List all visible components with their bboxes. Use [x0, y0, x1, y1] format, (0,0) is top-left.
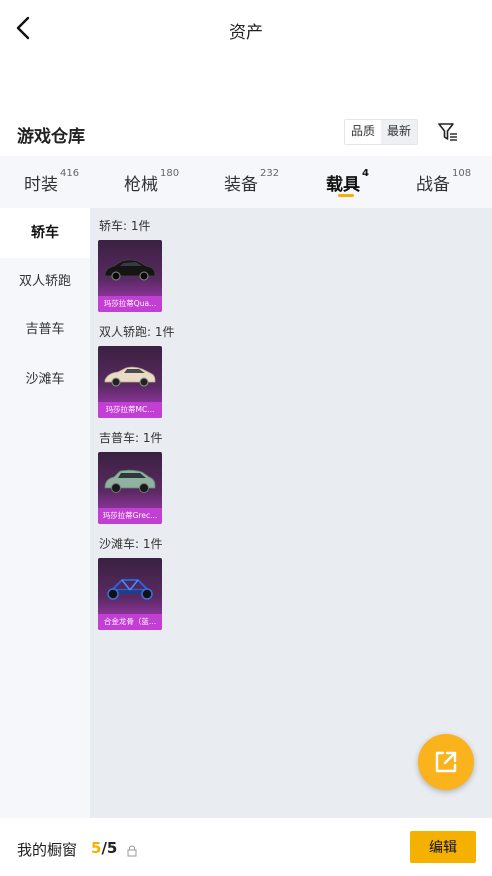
tab-label: 枪械: [124, 175, 158, 195]
tab-count: 416: [60, 168, 80, 179]
showcase-label: 我的橱窗: [17, 841, 78, 859]
vehicle-card-name: 玛莎拉蒂MC...: [98, 402, 162, 418]
external-link-icon: [435, 751, 457, 773]
car-icon: [104, 469, 156, 493]
active-tab-indicator: [338, 194, 354, 197]
tab-supplies[interactable]: 战备108: [416, 168, 472, 195]
car-icon: [104, 259, 156, 281]
showcase-total: 5: [106, 839, 118, 857]
vehicle-card-jeep[interactable]: 玛莎拉蒂Grec...: [98, 452, 162, 524]
tab-count: 180: [160, 168, 180, 179]
tab-count: 232: [260, 168, 280, 179]
sidebar-item-jeep[interactable]: 吉普车: [0, 306, 90, 354]
vehicle-card-name: 合金龙骨（蓝...: [98, 614, 162, 630]
group-label-buggy: 沙滩车: 1件: [99, 537, 163, 551]
buggy-icon: [107, 579, 153, 600]
vehicle-card-name: 玛莎拉蒂Grec...: [98, 508, 162, 524]
vehicle-card-sedan[interactable]: 玛莎拉蒂Qua...: [98, 240, 162, 312]
tab-equipment[interactable]: 装备232: [224, 168, 280, 195]
sort-quality-button[interactable]: 品质: [345, 120, 382, 144]
lock-icon: [127, 842, 137, 857]
tab-label: 装备: [224, 175, 258, 195]
tab-label: 载具: [326, 175, 360, 195]
showcase-current: 5: [91, 839, 102, 857]
sidebar-item-sedan[interactable]: 轿车: [0, 208, 90, 258]
tab-label: 战备: [416, 175, 450, 195]
sort-latest-button[interactable]: 最新: [381, 120, 418, 144]
tab-count: 4: [362, 168, 369, 179]
vehicle-card-coupe[interactable]: 玛莎拉蒂MC...: [98, 346, 162, 418]
sort-toggle: 品质 最新: [344, 119, 419, 145]
warehouse-header: 游戏仓库 品质 最新: [0, 112, 492, 154]
top-bar: 资产: [0, 0, 492, 58]
vehicle-list: 轿车: 1件 玛莎拉蒂Qua... 双人轿跑: 1件 玛莎拉蒂MC... 吉普车…: [90, 208, 492, 818]
vehicle-card-name: 玛莎拉蒂Qua...: [98, 296, 162, 312]
sidebar-item-coupe[interactable]: 双人轿跑: [0, 258, 90, 306]
vehicle-type-sidebar: 轿车 双人轿跑 吉普车 沙滩车: [0, 208, 90, 818]
showcase-bar: 我的橱窗 5/5 编辑: [0, 818, 492, 876]
group-label-sedan: 轿车: 1件: [99, 219, 151, 233]
car-icon: [104, 366, 156, 387]
page-title: 资产: [229, 23, 263, 43]
group-label-coupe: 双人轿跑: 1件: [99, 325, 175, 339]
warehouse-title: 游戏仓库: [17, 127, 85, 147]
tab-label: 时装: [24, 175, 58, 195]
filter-icon[interactable]: [437, 121, 459, 143]
category-tabs: 时装416 枪械180 装备232 载具4 战备108: [0, 156, 492, 208]
vehicle-card-buggy[interactable]: 合金龙骨（蓝...: [98, 558, 162, 630]
group-label-jeep: 吉普车: 1件: [99, 431, 163, 445]
tab-fashion[interactable]: 时装416: [24, 168, 80, 195]
edit-button[interactable]: 编辑: [410, 831, 476, 863]
tab-guns[interactable]: 枪械180: [124, 168, 180, 195]
share-fab-button[interactable]: [418, 734, 474, 790]
tab-vehicles[interactable]: 载具4: [326, 168, 369, 195]
showcase-count: 5/5: [91, 839, 117, 857]
sidebar-item-buggy[interactable]: 沙滩车: [0, 356, 90, 404]
tab-count: 108: [452, 168, 472, 179]
